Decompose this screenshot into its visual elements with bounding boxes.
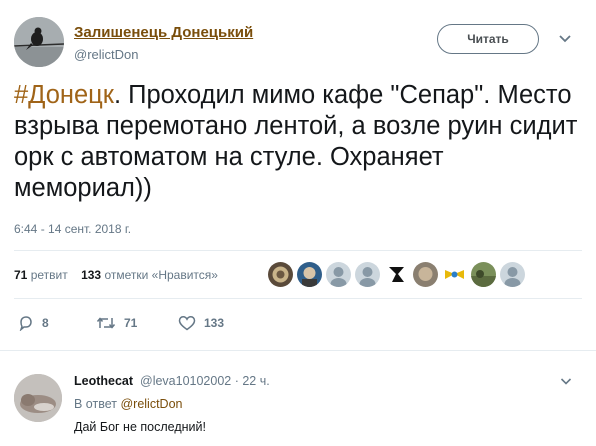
reply-text: Дай Бог не последний! [74,420,206,434]
divider [0,350,596,351]
reply-to-mention[interactable]: @relictDon [120,397,182,411]
author-handle[interactable]: @relictDon [74,47,139,62]
liker-avatar[interactable] [384,262,409,287]
liker-avatar[interactable] [326,262,351,287]
author-avatar[interactable] [14,17,64,67]
reply-to-prefix: В ответ [74,397,117,411]
retweet-button[interactable]: 71 [96,313,137,333]
likes-count[interactable]: 133 [81,268,101,282]
hashtag-link[interactable]: #Донецк [14,81,114,109]
tweet-text: #Донецк. Проходил мимо кафе "Сепар". Мес… [14,80,584,204]
liker-avatar[interactable] [442,262,467,287]
divider [14,250,582,251]
chevron-down-icon[interactable] [560,377,572,386]
retweet-icon [96,317,116,329]
retweets-label[interactable]: ретвит [31,268,68,282]
chevron-down-icon[interactable] [558,34,572,44]
liker-avatar[interactable] [500,262,525,287]
liker-avatar[interactable] [268,262,293,287]
divider [14,298,582,299]
like-count: 133 [204,316,225,330]
liker-avatar[interactable] [297,262,322,287]
reply-author-name[interactable]: Leothecat [74,374,133,388]
reply-button[interactable]: 8 [18,313,49,333]
retweet-count: 71 [124,316,138,330]
reply-author-meta[interactable]: @leva10102002 · 22 ч. [140,374,270,388]
retweets-count[interactable]: 71 [14,268,27,282]
liker-avatar[interactable] [471,262,496,287]
follow-button[interactable]: Читать [437,24,539,54]
reply-to-line: В ответ @relictDon [74,397,182,411]
like-button[interactable]: 133 [178,313,224,333]
tweet-stats: 71 ретвит 133 отметки «Нравится» [14,268,218,282]
tweet-timestamp[interactable]: 6:44 - 14 сент. 2018 г. [14,222,131,236]
liker-avatar[interactable] [355,262,380,287]
reply-author-avatar[interactable] [14,374,62,422]
likes-label[interactable]: отметки «Нравится» [104,268,218,282]
heart-icon [178,316,196,331]
reply-count: 8 [42,316,49,330]
liker-avatar[interactable] [413,262,438,287]
author-name[interactable]: Залишенець Донецький [74,24,253,41]
reply-icon [19,316,32,331]
